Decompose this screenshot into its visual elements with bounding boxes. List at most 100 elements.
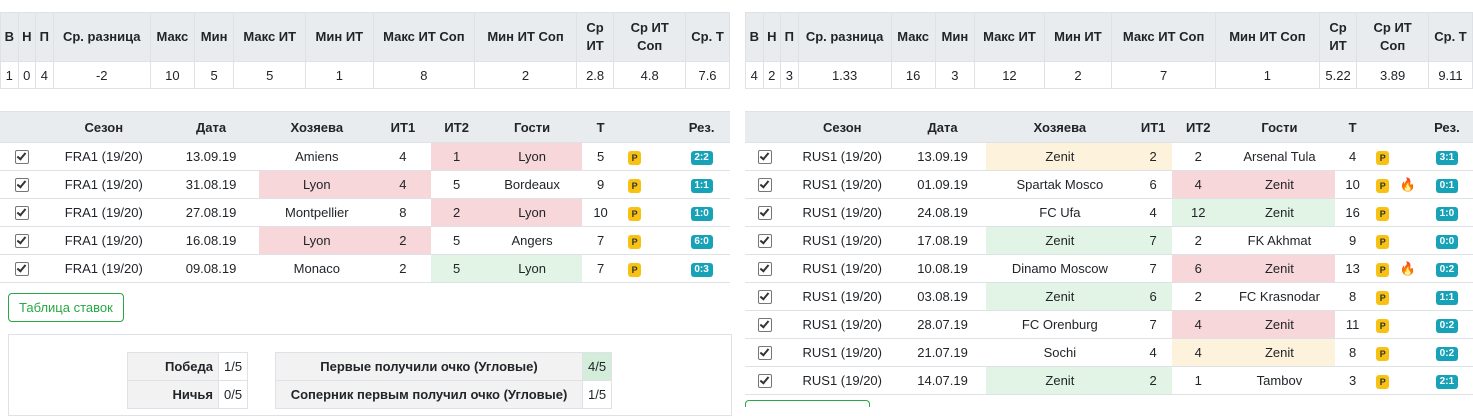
checked-checkbox-icon[interactable]: [15, 150, 30, 165]
checked-checkbox-icon[interactable]: [758, 290, 773, 305]
win-draw-table: Победа 1/5 Ничья 0/5: [127, 352, 249, 409]
checked-checkbox-icon[interactable]: [15, 206, 30, 221]
p-badge-cell: P: [1370, 142, 1395, 171]
p-badge: P: [628, 150, 642, 165]
total-cell: 11: [1334, 310, 1371, 339]
matches-header-cell: Сезон: [785, 111, 900, 143]
win-label: Победа: [127, 352, 219, 381]
stats-header-row: В Н П Ср. разница Макс Мин Макс ИТ Мин И…: [745, 12, 1473, 62]
stats-value-row: 4 2 3 1.33 16 3 12 2 7 1 5.22 3.89 9.11: [745, 61, 1473, 89]
checked-checkbox-icon[interactable]: [15, 262, 30, 277]
total-cell: 3: [1334, 366, 1371, 395]
home-team-cell: Dinamo Moscow: [985, 254, 1135, 283]
stats-header-cell: Н: [762, 12, 782, 62]
matches-header-cell: Сезон: [44, 111, 164, 143]
it2-cell: 2: [1172, 282, 1225, 311]
result-cell: 0:3: [673, 254, 730, 283]
result-badge: 0:0: [1435, 235, 1458, 249]
season-cell: RUS1 (19/20): [785, 142, 900, 171]
home-team-cell: Spartak Mosco: [985, 170, 1135, 199]
opp-first-label: Соперник первым получил очко (Угловые): [275, 380, 583, 409]
result-cell: 0:2: [1420, 338, 1473, 367]
it1-cell: 6: [1134, 170, 1173, 199]
total-cell: 9: [1334, 226, 1371, 255]
match-row: FRA1 (19/20) 16.08.19 Lyon 2 5 Angers 7 P 6:0: [0, 226, 730, 255]
stats-value: 2: [474, 61, 577, 89]
result-badge: 1:0: [1435, 207, 1458, 221]
away-team-cell: Tambov: [1224, 366, 1335, 395]
draw-value: 0/5: [217, 380, 249, 409]
checked-checkbox-icon[interactable]: [758, 262, 773, 277]
home-team-cell: Lyon: [258, 226, 375, 255]
p-badge-cell: P: [619, 226, 651, 255]
stats-header-cell: Макс ИТ: [233, 12, 307, 62]
matches-header-cell: [0, 111, 45, 143]
match-row: FRA1 (19/20) 31.08.19 Lyon 4 5 Bordeaux 9 P 1:1: [0, 170, 730, 199]
checked-checkbox-icon[interactable]: [758, 346, 773, 361]
checked-checkbox-icon[interactable]: [758, 234, 773, 249]
checked-checkbox-icon[interactable]: [758, 318, 773, 333]
stats-value: 1: [305, 61, 374, 89]
p-badge-cell: P: [1370, 226, 1395, 255]
stats-value: 7: [1111, 61, 1216, 89]
result-cell: 0:2: [1420, 310, 1473, 339]
match-row: FRA1 (19/20) 09.08.19 Monaco 2 5 Lyon 7 P 0:3: [0, 254, 730, 283]
stats-header-row: В Н П Ср. разница Макс Мин Макс ИТ Мин И…: [0, 12, 730, 62]
stats-value: 4: [745, 61, 764, 89]
match-row: RUS1 (19/20) 13.09.19 Zenit 2 2 Arsenal Tula 4…: [745, 142, 1473, 171]
row-checkbox-cell: [745, 282, 786, 311]
right-matches-table: Сезон Дата Хозяева ИТ1 ИТ2 Гости Т Рез. …: [745, 111, 1473, 395]
checked-checkbox-icon[interactable]: [758, 206, 773, 221]
stats-header-cell: Мин ИТ: [1043, 12, 1113, 62]
row-checkbox-cell: [0, 198, 45, 227]
stats-value: 1.33: [797, 61, 892, 89]
result-cell: 1:0: [673, 198, 730, 227]
result-cell: 1:1: [673, 170, 730, 199]
row-checkbox-cell: [745, 366, 786, 395]
stats-header-cell: Макс: [149, 12, 195, 62]
matches-header-cell: Т: [1334, 111, 1371, 143]
stats-header-cell: Ср. Т: [685, 12, 730, 62]
stats-header-cell: Мин ИТ Соп: [1214, 12, 1320, 62]
away-team-cell: Zenit: [1224, 198, 1335, 227]
checked-checkbox-icon[interactable]: [758, 374, 773, 389]
total-cell: 9: [582, 170, 620, 199]
home-team-cell: Monaco: [258, 254, 375, 283]
row-checkbox-cell: [0, 226, 45, 255]
checked-checkbox-icon[interactable]: [758, 178, 773, 193]
season-cell: RUS1 (19/20): [785, 338, 900, 367]
stats-header-cell: Ср ИТ Соп: [613, 12, 687, 62]
away-team-cell: Zenit: [1224, 310, 1335, 339]
date-cell: 03.08.19: [899, 282, 986, 311]
p-badge: P: [628, 206, 642, 221]
season-cell: RUS1 (19/20): [785, 310, 900, 339]
bets-table-button[interactable]: Таблица ставок: [8, 293, 124, 322]
matches-header-cell: Т: [582, 111, 620, 143]
total-cell: 7: [582, 254, 620, 283]
stats-value: 7.6: [685, 61, 730, 89]
date-cell: 13.09.19: [899, 142, 986, 171]
match-row: FRA1 (19/20) 13.09.19 Amiens 4 1 Lyon 5 P 2:2: [0, 142, 730, 171]
it2-cell: 4: [1172, 338, 1225, 367]
stats-header-cell: Ср. разница: [797, 12, 892, 62]
checked-checkbox-icon[interactable]: [758, 150, 773, 165]
season-cell: RUS1 (19/20): [785, 198, 900, 227]
total-cell: 4: [1334, 142, 1371, 171]
p-badge-cell: P: [619, 142, 651, 171]
row-checkbox-cell: [745, 142, 786, 171]
home-team-cell: Zenit: [985, 142, 1135, 171]
checked-checkbox-icon[interactable]: [15, 234, 30, 249]
stats-header-cell: Макс ИТ Соп: [372, 12, 476, 62]
stats-header-cell: Макс ИТ: [974, 12, 1045, 62]
stats-value: 10: [149, 61, 195, 89]
it1-cell: 4: [1134, 338, 1173, 367]
matches-header-cell: ИТ1: [374, 111, 432, 143]
stats-header-cell: Мин ИТ Соп: [474, 12, 577, 62]
p-badge-cell: P: [619, 170, 651, 199]
result-badge: 1:1: [1435, 291, 1458, 305]
checked-checkbox-icon[interactable]: [15, 178, 30, 193]
match-row: RUS1 (19/20) 17.08.19 Zenit 7 2 FK Akhmat 9 P 0:…: [745, 226, 1473, 255]
result-badge: 2:1: [1435, 375, 1458, 389]
stats-value: 9.11: [1427, 61, 1473, 89]
stats-value: 16: [890, 61, 936, 89]
